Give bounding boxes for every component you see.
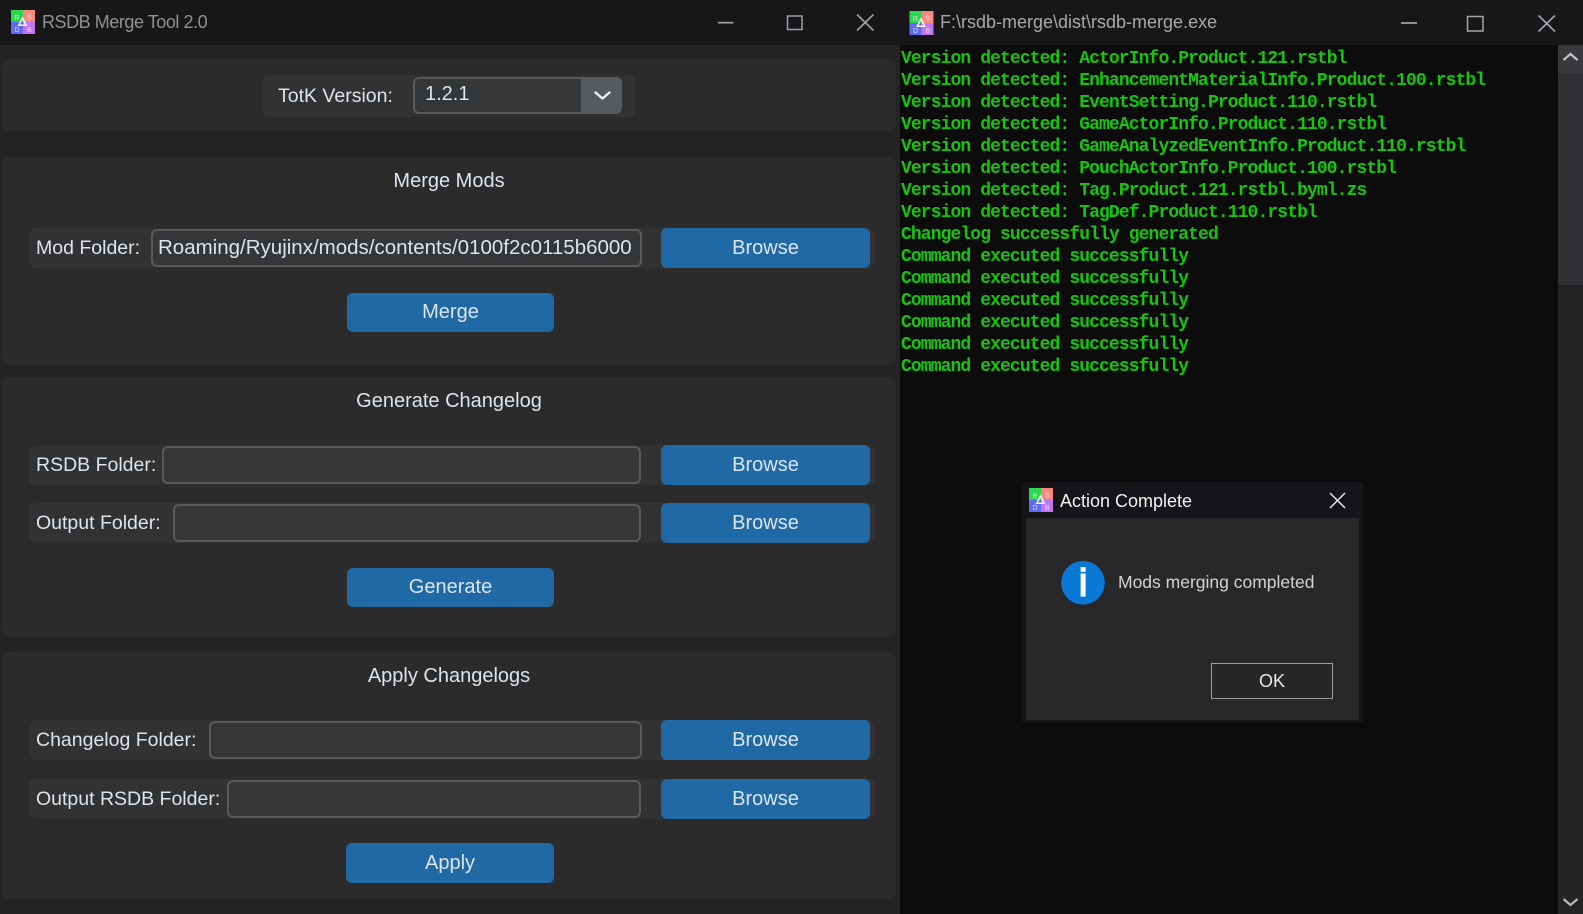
svg-text:S: S — [1045, 493, 1050, 500]
svg-text:R: R — [14, 15, 19, 22]
svg-text:R: R — [1032, 493, 1037, 500]
svg-text:B: B — [27, 27, 32, 34]
svg-text:B: B — [1045, 505, 1050, 512]
svg-text:S: S — [27, 15, 32, 22]
svg-text:D: D — [913, 28, 918, 35]
svg-text:D: D — [1032, 505, 1037, 512]
svg-text:R: R — [913, 16, 918, 23]
svg-text:S: S — [925, 16, 930, 23]
svg-text:B: B — [925, 28, 930, 35]
svg-text:D: D — [14, 27, 19, 34]
